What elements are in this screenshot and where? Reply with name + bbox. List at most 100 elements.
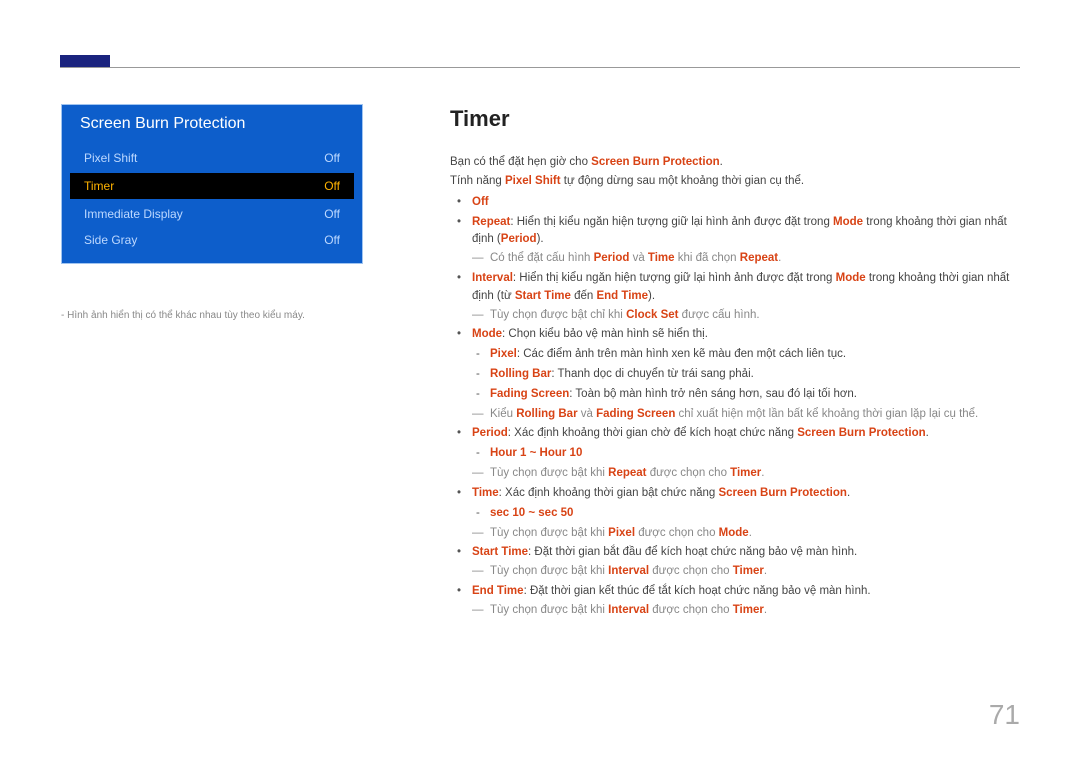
hl-screen-burn: Screen Burn Protection xyxy=(797,427,925,439)
hl-time: Time xyxy=(648,252,675,264)
hl-interval: Interval xyxy=(608,565,649,577)
hl-interval: Interval xyxy=(472,272,513,284)
note: Tùy chọn được bật khi Interval được chọn… xyxy=(472,563,1010,581)
text: được chọn cho xyxy=(649,565,733,577)
hl-end-time: End Time xyxy=(596,290,648,302)
bullet-repeat: Repeat: Hiển thị kiểu ngăn hiện tượng gi… xyxy=(472,213,1010,269)
hl-hour-range: Hour 1 ~ Hour 10 xyxy=(490,447,582,459)
hl-repeat: Repeat xyxy=(740,252,778,264)
sub-pixel: Pixel: Các điểm ảnh trên màn hình xen kẽ… xyxy=(490,345,1010,365)
text: : Xác định khoảng thời gian bật chức năn… xyxy=(499,487,719,499)
sub-fading-screen: Fading Screen: Toàn bộ màn hình trở nên … xyxy=(490,385,1010,405)
hl-time: Time xyxy=(472,487,499,499)
sub-hour-range: Hour 1 ~ Hour 10 xyxy=(490,444,1010,464)
content-column: Timer Bạn có thể đặt hẹn giờ cho Screen … xyxy=(450,102,1010,623)
text: ). xyxy=(648,290,655,302)
intro-line-1: Bạn có thể đặt hẹn giờ cho Screen Burn P… xyxy=(450,154,1010,172)
hl-timer: Timer xyxy=(733,604,764,616)
bullet-time: Time: Xác định khoảng thời gian bật chức… xyxy=(472,484,1010,543)
hl-start-time: Start Time xyxy=(472,546,528,558)
osd-item-value: Off xyxy=(324,179,340,193)
bullet-off: Off xyxy=(472,193,1010,213)
osd-item-label: Immediate Display xyxy=(84,207,183,221)
text: : Thanh dọc di chuyển từ trái sang phải. xyxy=(551,368,753,380)
osd-menu-item-immediate-display[interactable]: Immediate Display Off xyxy=(70,201,354,227)
bullet-end-time: End Time: Đặt thời gian kết thúc để tắt … xyxy=(472,582,1010,621)
hl-sec-range: sec 10 ~ sec 50 xyxy=(490,507,573,519)
note: Tùy chọn được bật khi Interval được chọn… xyxy=(472,602,1010,620)
header-rule xyxy=(60,67,1020,68)
hl-repeat: Repeat xyxy=(472,216,510,228)
hl-pixel: Pixel xyxy=(608,527,635,539)
osd-item-label: Timer xyxy=(84,179,114,193)
text: Tùy chọn được bật khi xyxy=(490,604,608,616)
hl-fading-screen: Fading Screen xyxy=(490,388,569,400)
note: Tùy chọn được bật chỉ khi Clock Set được… xyxy=(472,307,1010,325)
text: được chọn cho xyxy=(649,604,733,616)
note: Tùy chọn được bật khi Repeat được chọn c… xyxy=(472,465,1010,483)
text: : Hiển thị kiểu ngăn hiện tượng giữ lại … xyxy=(513,272,836,284)
hl-screen-burn: Screen Burn Protection xyxy=(718,487,846,499)
section-heading: Timer xyxy=(450,102,1010,136)
osd-item-label: Pixel Shift xyxy=(84,151,137,165)
text: : Toàn bộ màn hình trở nên sáng hơn, sau… xyxy=(569,388,857,400)
note: Kiểu Rolling Bar và Fading Screen chỉ xu… xyxy=(472,406,1010,424)
hl-interval: Interval xyxy=(608,604,649,616)
hl-screen-burn: Screen Burn Protection xyxy=(591,156,719,168)
bullet-mode: Mode: Chọn kiểu bảo vệ màn hình sẽ hiển … xyxy=(472,325,1010,424)
hl-start-time: Start Time xyxy=(515,290,571,302)
bullet-list: Off Repeat: Hiển thị kiểu ngăn hiện tượn… xyxy=(450,193,1010,621)
text: Tùy chọn được bật khi xyxy=(490,527,608,539)
hl-period: Period xyxy=(594,252,630,264)
text: . xyxy=(778,252,781,264)
text: Kiểu xyxy=(490,408,516,420)
osd-menu-item-timer[interactable]: Timer Off xyxy=(70,173,354,199)
hl-rolling-bar: Rolling Bar xyxy=(490,368,551,380)
text: Tùy chọn được bật khi xyxy=(490,565,608,577)
osd-menu-title: Screen Burn Protection xyxy=(62,105,362,145)
sub-list: sec 10 ~ sec 50 xyxy=(472,504,1010,524)
text: : Đặt thời gian kết thúc để tắt kích hoạ… xyxy=(524,585,871,597)
text: ). xyxy=(537,233,544,245)
text: khi đã chọn xyxy=(675,252,740,264)
sub-sec-range: sec 10 ~ sec 50 xyxy=(490,504,1010,524)
bullet-interval: Interval: Hiển thị kiểu ngăn hiện tượng … xyxy=(472,269,1010,325)
osd-menu-body: Pixel Shift Off Timer Off Immediate Disp… xyxy=(62,145,362,263)
page-number: 71 xyxy=(989,699,1020,731)
text: : Chọn kiểu bảo vệ màn hình sẽ hiển thị. xyxy=(502,328,708,340)
note: Có thể đặt cấu hình Period và Time khi đ… xyxy=(472,250,1010,268)
text: Có thể đặt cấu hình xyxy=(490,252,594,264)
hl-timer: Timer xyxy=(730,467,761,479)
hl-rolling-bar: Rolling Bar xyxy=(516,408,577,420)
text: . xyxy=(764,565,767,577)
hl-repeat: Repeat xyxy=(608,467,646,479)
text: . xyxy=(749,527,752,539)
text: được chọn cho xyxy=(647,467,731,479)
osd-menu-item-side-gray[interactable]: Side Gray Off xyxy=(70,227,354,253)
text: : Hiển thị kiểu ngăn hiện tượng giữ lại … xyxy=(510,216,833,228)
sub-rolling-bar: Rolling Bar: Thanh dọc di chuyển từ trái… xyxy=(490,365,1010,385)
hl-period: Period xyxy=(501,233,537,245)
hl-end-time: End Time xyxy=(472,585,524,597)
text: chỉ xuất hiện một lần bất kể khoảng thời… xyxy=(675,408,978,420)
hl-mode: Mode xyxy=(836,272,866,284)
text: : Đặt thời gian bắt đầu để kích hoạt chứ… xyxy=(528,546,857,558)
text: được cấu hình. xyxy=(678,309,759,321)
text: và xyxy=(578,408,597,420)
text: và xyxy=(629,252,648,264)
sub-list: Hour 1 ~ Hour 10 xyxy=(472,444,1010,464)
hl-timer: Timer xyxy=(733,565,764,577)
hl-clock-set: Clock Set xyxy=(626,309,678,321)
bullet-period: Period: Xác định khoảng thời gian chờ để… xyxy=(472,424,1010,483)
text: tự động dừng sau một khoảng thời gian cụ… xyxy=(561,175,805,187)
note: Tùy chọn được bật khi Pixel được chọn ch… xyxy=(472,525,1010,543)
osd-caption: Hình ảnh hiển thị có thể khác nhau tùy t… xyxy=(61,310,361,321)
osd-menu-item-pixel-shift[interactable]: Pixel Shift Off xyxy=(70,145,354,171)
header-accent xyxy=(60,55,110,67)
hl-mode: Mode xyxy=(472,328,502,340)
hl-mode: Mode xyxy=(833,216,863,228)
osd-menu-panel: Screen Burn Protection Pixel Shift Off T… xyxy=(61,104,363,264)
text: Tùy chọn được bật khi xyxy=(490,467,608,479)
hl-pixel: Pixel xyxy=(490,348,517,360)
text: Bạn có thể đặt hẹn giờ cho xyxy=(450,156,591,168)
